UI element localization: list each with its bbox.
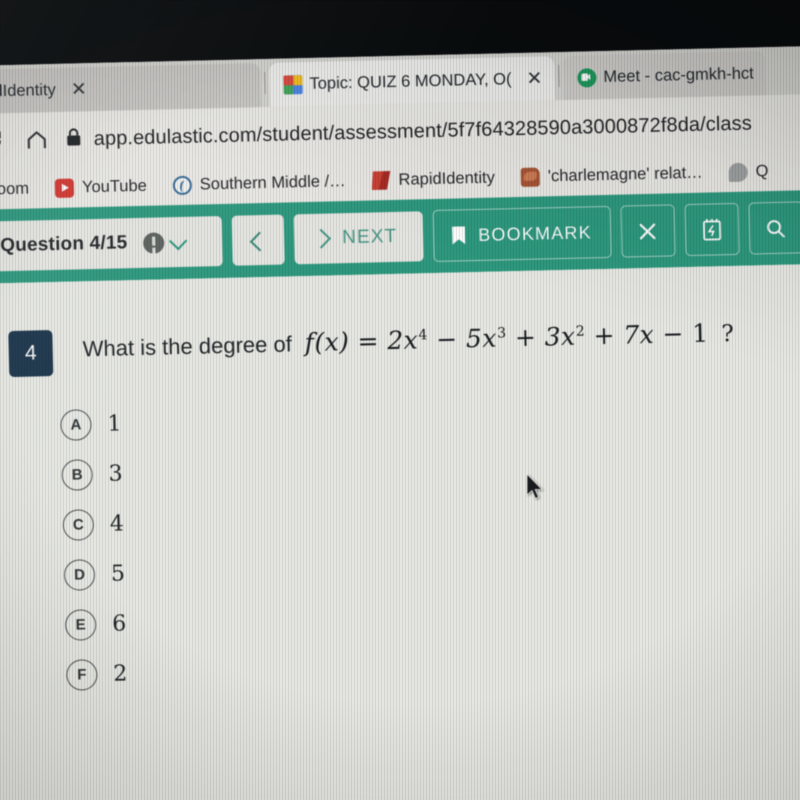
bookmark-extra[interactable]: Q — [728, 161, 769, 182]
question-panel: 4 What is the degree of f(x) = 2x4 − 5x3… — [0, 263, 800, 800]
bookmark-button-label: BOOKMARK — [477, 221, 593, 245]
youtube-icon — [54, 177, 75, 198]
next-button-label: NEXT — [341, 225, 398, 249]
bookmark-flag-icon — [452, 226, 465, 244]
chevron-right-icon — [311, 228, 332, 249]
chevron-left-icon — [249, 231, 270, 252]
option-letter-bubble[interactable]: E — [64, 609, 97, 641]
horse-icon — [520, 167, 541, 187]
option-text: 3 — [108, 461, 123, 487]
expr-op-3: + — [593, 320, 616, 351]
swirl-icon — [172, 175, 193, 195]
question-expression: f(x) = 2x4 − 5x3 + 3x2 + 7x − 1 — [304, 319, 708, 358]
monitor-screen: pidIdentity ✕ Topic: QUIZ 6 MONDAY, O( ✕… — [0, 45, 800, 800]
question-counter-pill[interactable]: Question 4/15 — [0, 216, 223, 272]
option-text: 4 — [109, 511, 125, 537]
answer-option-b[interactable]: B 3 — [61, 441, 800, 491]
photo-of-monitor: pidIdentity ✕ Topic: QUIZ 6 MONDAY, O( ✕… — [0, 0, 800, 800]
notepad-icon — [702, 218, 721, 241]
question-counter-label: Question 4/15 — [0, 232, 128, 257]
bookmark-southern-middle[interactable]: Southern Middle /… — [172, 171, 346, 195]
reload-icon[interactable] — [0, 126, 8, 157]
browser-tab-classroom-quiz[interactable]: Topic: QUIZ 6 MONDAY, O( ✕ — [269, 56, 555, 107]
browser-tab-rapididentity[interactable]: pidIdentity ✕ — [0, 63, 262, 114]
expr-op-1: − — [435, 324, 458, 354]
tab-divider — [558, 65, 560, 88]
tab-title: Meet - cac-gmkh-hct — [603, 63, 754, 86]
bookmark-youtube[interactable]: YouTube — [54, 176, 148, 198]
info-circle-icon[interactable] — [143, 231, 165, 254]
bookmark-button[interactable]: BOOKMARK — [432, 205, 612, 263]
expr-equals: = — [357, 326, 380, 356]
bookmark-label: Southern Middle /… — [199, 171, 346, 194]
address-bar[interactable]: app.edulastic.com/student/assessment/5f7… — [65, 103, 800, 158]
option-letter-bubble[interactable]: F — [66, 659, 98, 691]
search-icon — [767, 219, 786, 237]
option-letter-bubble[interactable]: A — [60, 409, 92, 441]
bookmark-charlemagne[interactable]: 'charlemagne' relat… — [520, 163, 703, 187]
answer-option-e[interactable]: E 6 — [64, 591, 800, 641]
expr-term-3: 7x — [622, 319, 655, 350]
answer-options-list: A 1 B 3 C 4 D 5 E 6 F 2 — [0, 391, 800, 693]
answer-option-a[interactable]: A 1 — [60, 391, 800, 441]
tab-close-icon[interactable]: ✕ — [526, 67, 542, 89]
bookmark-label: ssroom — [0, 179, 30, 199]
option-letter-bubble[interactable]: D — [63, 559, 96, 591]
expr-term-0: 2x4 — [386, 325, 428, 356]
tab-title: pidIdentity — [0, 80, 57, 101]
expr-fx: f(x) — [304, 327, 350, 358]
classroom-icon — [283, 74, 303, 95]
option-text: 5 — [110, 561, 126, 587]
chevron-down-icon[interactable] — [169, 231, 188, 250]
option-letter-bubble[interactable]: B — [61, 459, 94, 491]
meet-icon — [577, 67, 597, 88]
option-letter-bubble[interactable]: C — [62, 509, 95, 541]
bookmark-label: Q — [755, 161, 769, 180]
question-prompt-text: What is the degree of — [82, 331, 293, 362]
question-number-badge: 4 — [8, 330, 54, 378]
question-terminator: ? — [721, 320, 735, 348]
scratchpad-button[interactable] — [684, 202, 740, 257]
previous-question-button[interactable] — [231, 214, 285, 266]
question-counter-icons[interactable] — [143, 231, 188, 254]
tab-divider — [264, 71, 266, 94]
answer-option-f[interactable]: F 2 — [66, 641, 800, 691]
expr-term-1: 5x3 — [465, 323, 507, 354]
question-header-row: 4 What is the degree of f(x) = 2x4 − 5x3… — [0, 307, 800, 378]
rapididentity-icon — [371, 171, 390, 190]
option-text: 2 — [113, 661, 128, 687]
expr-term-4: 1 — [691, 318, 709, 348]
question-prompt: What is the degree of f(x) = 2x4 − 5x3 +… — [82, 310, 734, 362]
option-text: 1 — [107, 411, 122, 437]
close-button[interactable] — [620, 204, 676, 258]
bookmark-classroom[interactable]: ssroom — [0, 179, 29, 199]
search-button[interactable] — [748, 201, 800, 255]
expr-op-2: + — [514, 322, 537, 353]
bookmark-rapididentity[interactable]: RapidIdentity — [371, 168, 495, 190]
url-text: app.edulastic.com/student/assessment/5f7… — [93, 112, 753, 150]
bookmark-label: 'charlemagne' relat… — [547, 163, 703, 185]
gray-icon — [728, 162, 748, 182]
bookmark-label: RapidIdentity — [398, 168, 496, 189]
answer-option-d[interactable]: D 5 — [63, 541, 800, 591]
option-text: 6 — [111, 611, 127, 637]
home-icon[interactable] — [21, 125, 52, 156]
expr-op-4: − — [662, 319, 685, 349]
lock-icon — [65, 127, 82, 152]
tab-title-group: Topic: QUIZ 6 MONDAY, O( — [309, 70, 511, 94]
browser-tab-meet[interactable]: Meet - cac-gmkh-hct — [562, 51, 767, 100]
expr-term-2: 3x2 — [544, 321, 586, 352]
next-question-button[interactable]: NEXT — [293, 211, 424, 265]
tab-close-icon[interactable]: ✕ — [71, 78, 87, 100]
tab-title: Topic: QUIZ 6 MONDAY, O( — [309, 69, 512, 93]
answer-option-c[interactable]: C 4 — [62, 491, 800, 541]
bookmark-label: YouTube — [81, 176, 148, 196]
close-x-icon — [639, 222, 656, 239]
